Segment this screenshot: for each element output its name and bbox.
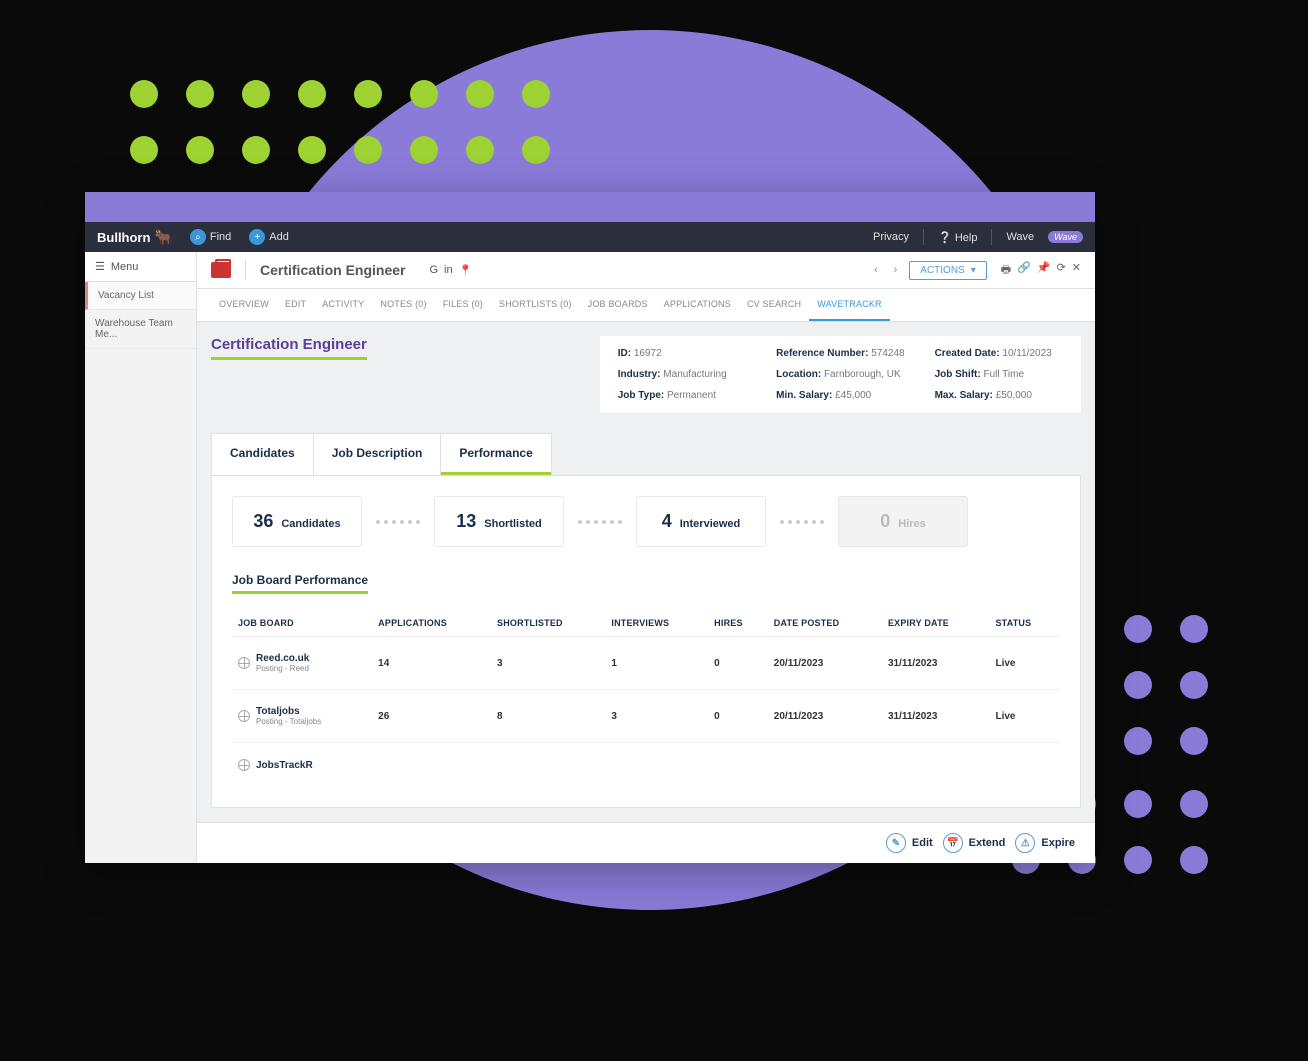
top-bar: Bullhorn 🐂 ⌕ Find + Add Privacy ❔ Help W… (85, 222, 1095, 252)
tab-activity[interactable]: ACTIVITY (314, 289, 372, 321)
inner-tabs: CandidatesJob DescriptionPerformance (211, 433, 552, 475)
table-row[interactable]: TotaljobsPosting - Totaljobs2683020/11/2… (232, 690, 1060, 743)
warning-icon: ⚠ (1015, 833, 1035, 853)
tabs-row: OVERVIEWEDITACTIVITYNOTES (0)FILES (0)SH… (197, 289, 1095, 322)
col-header: APPLICATIONS (372, 610, 491, 637)
table-row[interactable]: JobsTrackR (232, 743, 1060, 788)
tab-job-boards[interactable]: JOB BOARDS (580, 289, 656, 321)
inner-tab-performance[interactable]: Performance (441, 434, 550, 475)
print-icon[interactable]: 🖶 (1001, 261, 1011, 280)
refresh-icon[interactable]: ⟳ (1057, 261, 1066, 280)
col-header: STATUS (989, 610, 1060, 637)
extend-button[interactable]: 📅 Extend (943, 833, 1006, 853)
divider (245, 260, 246, 280)
wave-badge: Wave (1048, 231, 1083, 243)
inner-tab-job-description[interactable]: Job Description (314, 434, 442, 475)
main-content: Certification Engineer G in 📍 ‹ › ACTION… (197, 252, 1095, 863)
sidebar-item-warehouse[interactable]: Warehouse Team Me... (85, 310, 196, 349)
tab-files-0-[interactable]: FILES (0) (435, 289, 491, 321)
section-title: Job Board Performance (232, 573, 368, 594)
bull-icon: 🐂 (154, 229, 171, 246)
globe-icon (238, 710, 250, 722)
app-window: Bullhorn 🐂 ⌕ Find + Add Privacy ❔ Help W… (85, 192, 1095, 863)
dots-separator (376, 520, 420, 524)
separator (923, 229, 924, 245)
close-icon[interactable]: ✕ (1072, 261, 1081, 280)
col-header: DATE POSTED (768, 610, 882, 637)
actions-dropdown[interactable]: ACTIONS ▾ (909, 261, 986, 280)
table-row[interactable]: Reed.co.ukPosting - Reed1431020/11/20233… (232, 637, 1060, 690)
help-icon: ❔ (938, 232, 952, 244)
pin-icon[interactable]: 📌 (1037, 261, 1051, 280)
globe-icon (238, 657, 250, 669)
page-title: Certification Engineer (260, 262, 405, 278)
search-icon: ⌕ (190, 229, 206, 245)
stat-card-candidates[interactable]: 36Candidates (232, 496, 362, 547)
help-link[interactable]: ❔ Help (938, 231, 977, 244)
globe-icon (238, 759, 250, 771)
job-board-table: JOB BOARDAPPLICATIONSSHORTLISTEDINTERVIE… (232, 610, 1060, 787)
stat-card-shortlisted[interactable]: 13Shortlisted (434, 496, 564, 547)
col-header: EXPIRY DATE (882, 610, 990, 637)
performance-panel: 36Candidates 13Shortlisted 4Interviewed 0Hi… (211, 475, 1081, 808)
tab-applications[interactable]: APPLICATIONS (656, 289, 739, 321)
tab-wavetrackr[interactable]: WAVETRACKR (809, 289, 890, 321)
link-icon[interactable]: 🔗 (1017, 261, 1031, 280)
tab-shortlists-0-[interactable]: SHORTLISTS (0) (491, 289, 580, 321)
decorative-purple-dots-1 (1124, 615, 1208, 755)
window-accent-bar (85, 192, 1095, 222)
stats-row: 36Candidates 13Shortlisted 4Interviewed 0Hi… (232, 496, 1060, 547)
col-header: JOB BOARD (232, 610, 372, 637)
job-title: Certification Engineer (211, 336, 367, 360)
linkedin-icon[interactable]: in (444, 264, 453, 277)
job-meta-card: ID: 16972 Reference Number: 574248 Creat… (600, 336, 1081, 413)
next-chevron-icon[interactable]: › (890, 264, 902, 276)
inner-tab-candidates[interactable]: Candidates (212, 434, 314, 475)
wave-label: Wave (1006, 231, 1034, 243)
tab-edit[interactable]: EDIT (277, 289, 314, 321)
prev-chevron-icon[interactable]: ‹ (870, 264, 882, 276)
dots-separator (578, 520, 622, 524)
add-button[interactable]: + Add (249, 229, 289, 245)
stat-card-hires[interactable]: 0Hires (838, 496, 968, 547)
tab-overview[interactable]: OVERVIEW (211, 289, 277, 321)
col-header: INTERVIEWS (605, 610, 708, 637)
briefcase-icon (211, 262, 231, 278)
location-icon[interactable]: 📍 (459, 264, 473, 277)
google-icon[interactable]: G (429, 264, 438, 277)
plus-icon: + (249, 229, 265, 245)
brand-logo: Bullhorn 🐂 (97, 229, 172, 246)
col-header: SHORTLISTED (491, 610, 605, 637)
chevron-down-icon: ▾ (971, 265, 976, 276)
tab-notes-0-[interactable]: NOTES (0) (372, 289, 434, 321)
sidebar: ☰ Menu Vacancy List Warehouse Team Me... (85, 252, 197, 863)
brand-text: Bullhorn (97, 230, 150, 245)
separator (991, 229, 992, 245)
dots-separator (780, 520, 824, 524)
sidebar-item-vacancy-list[interactable]: Vacancy List (85, 282, 196, 310)
menu-toggle[interactable]: ☰ Menu (85, 252, 196, 282)
expire-button[interactable]: ⚠ Expire (1015, 833, 1075, 853)
col-header: HIRES (708, 610, 768, 637)
stat-card-interviewed[interactable]: 4Interviewed (636, 496, 766, 547)
edit-button[interactable]: ✎ Edit (886, 833, 933, 853)
privacy-link[interactable]: Privacy (873, 231, 909, 243)
decorative-green-dots (130, 80, 550, 164)
footer-actions: ✎ Edit 📅 Extend ⚠ Expire (197, 822, 1095, 863)
find-button[interactable]: ⌕ Find (190, 229, 231, 245)
hamburger-icon: ☰ (95, 260, 105, 273)
page-header: Certification Engineer G in 📍 ‹ › ACTION… (197, 252, 1095, 289)
tab-cv-search[interactable]: CV SEARCH (739, 289, 809, 321)
pencil-icon: ✎ (886, 833, 906, 853)
calendar-icon: 📅 (943, 833, 963, 853)
